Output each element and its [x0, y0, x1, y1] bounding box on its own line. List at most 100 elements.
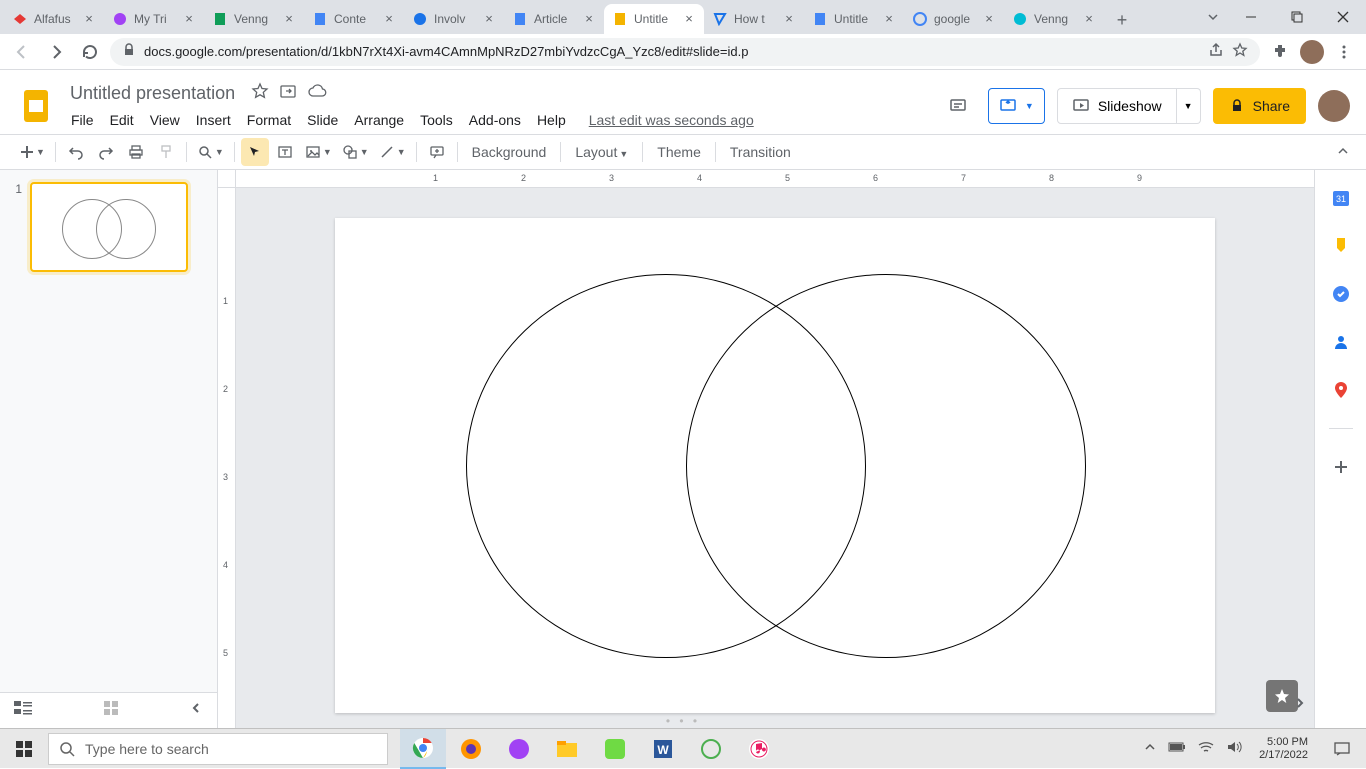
back-button[interactable] — [8, 38, 36, 66]
menu-slide[interactable]: Slide — [300, 108, 345, 132]
close-icon[interactable]: × — [1082, 12, 1096, 26]
paint-format-button[interactable] — [152, 138, 180, 166]
share-url-icon[interactable] — [1208, 42, 1224, 61]
browser-tab[interactable]: How t× — [704, 4, 804, 34]
maximize-button[interactable] — [1274, 2, 1320, 32]
print-button[interactable] — [122, 138, 150, 166]
minimize-button[interactable] — [1228, 2, 1274, 32]
start-button[interactable] — [0, 729, 48, 769]
slides-logo-icon[interactable] — [16, 86, 56, 126]
menu-arrange[interactable]: Arrange — [347, 108, 411, 132]
maps-icon[interactable] — [1331, 380, 1351, 400]
tray-clock[interactable]: 5:00 PM 2/17/2022 — [1251, 736, 1316, 762]
venn-circle-right[interactable] — [686, 274, 1086, 658]
word-taskbar-icon[interactable]: W — [640, 729, 686, 769]
slideshow-dropdown[interactable]: ▼ — [1177, 88, 1201, 124]
comments-button[interactable] — [940, 88, 976, 124]
calendar-icon[interactable]: 31 — [1331, 188, 1351, 208]
tray-expand-icon[interactable] — [1141, 741, 1159, 756]
new-tab-button[interactable]: + — [1108, 6, 1136, 34]
menu-help[interactable]: Help — [530, 108, 573, 132]
collapse-toolbar-button[interactable] — [1336, 144, 1350, 161]
theme-button[interactable]: Theme — [649, 144, 709, 160]
close-icon[interactable]: × — [882, 12, 896, 26]
present-to-meeting-button[interactable]: ▼ — [988, 88, 1045, 124]
profile-avatar-icon[interactable] — [1300, 40, 1324, 64]
itunes-taskbar-icon[interactable] — [736, 729, 782, 769]
menu-tools[interactable]: Tools — [413, 108, 460, 132]
canvas-scroll[interactable] — [236, 188, 1314, 728]
browser-tab[interactable]: Venng× — [204, 4, 304, 34]
close-icon[interactable]: × — [82, 12, 96, 26]
browser-tab[interactable]: google× — [904, 4, 1004, 34]
filmstrip[interactable]: 1 — [0, 170, 218, 728]
background-button[interactable]: Background — [464, 144, 555, 160]
bookmark-icon[interactable] — [1232, 42, 1248, 61]
close-icon[interactable]: × — [382, 12, 396, 26]
zoom-button[interactable]: ▼ — [193, 138, 228, 166]
taskbar-search[interactable]: Type here to search — [48, 733, 388, 765]
menu-insert[interactable]: Insert — [189, 108, 238, 132]
add-addon-icon[interactable] — [1331, 457, 1351, 477]
last-edit-link[interactable]: Last edit was seconds ago — [589, 112, 754, 128]
grid-view-icon[interactable] — [103, 700, 119, 721]
extensions-icon[interactable] — [1266, 38, 1294, 66]
menu-view[interactable]: View — [143, 108, 187, 132]
battery-icon[interactable] — [1165, 741, 1189, 756]
image-button[interactable]: ▼ — [301, 138, 336, 166]
star-icon[interactable] — [251, 82, 269, 105]
speaker-notes-handle[interactable]: • • • — [666, 714, 700, 728]
url-input[interactable]: docs.google.com/presentation/d/1kbN7rXt4… — [110, 38, 1260, 66]
collapse-filmstrip-icon[interactable] — [189, 701, 203, 720]
browser-tab[interactable]: Conte× — [304, 4, 404, 34]
browser-tab[interactable]: Venng× — [1004, 4, 1104, 34]
explorer-taskbar-icon[interactable] — [544, 729, 590, 769]
transition-button[interactable]: Transition — [722, 144, 799, 160]
browser-menu-icon[interactable] — [1330, 38, 1358, 66]
app-taskbar-icon[interactable] — [688, 729, 734, 769]
share-button[interactable]: Share — [1213, 88, 1306, 124]
select-tool-button[interactable] — [241, 138, 269, 166]
redo-button[interactable] — [92, 138, 120, 166]
layout-button[interactable]: Layout▼ — [567, 144, 636, 160]
close-icon[interactable]: × — [182, 12, 196, 26]
menu-edit[interactable]: Edit — [103, 108, 141, 132]
messenger-taskbar-icon[interactable] — [496, 729, 542, 769]
browser-tab-active[interactable]: Untitle× — [604, 4, 704, 34]
browser-tab[interactable]: Alfafus× — [4, 4, 104, 34]
close-window-button[interactable] — [1320, 2, 1366, 32]
browser-tab[interactable]: Article× — [504, 4, 604, 34]
move-icon[interactable] — [279, 82, 297, 105]
browser-tab[interactable]: Involv× — [404, 4, 504, 34]
browser-tab[interactable]: My Tri× — [104, 4, 204, 34]
close-icon[interactable]: × — [282, 12, 296, 26]
horizontal-ruler[interactable]: 1 2 3 4 5 6 7 8 9 — [236, 170, 1314, 188]
browser-tab[interactable]: Untitle× — [804, 4, 904, 34]
menu-addons[interactable]: Add-ons — [462, 108, 528, 132]
upwork-taskbar-icon[interactable] — [592, 729, 638, 769]
cloud-status-icon[interactable] — [307, 82, 327, 105]
tabs-dropdown-icon[interactable] — [1198, 10, 1228, 24]
menu-format[interactable]: Format — [240, 108, 298, 132]
side-panel-expand-icon[interactable] — [1292, 695, 1308, 716]
slide-canvas[interactable] — [335, 218, 1215, 713]
comment-button[interactable] — [423, 138, 451, 166]
new-slide-button[interactable]: ▼ — [16, 138, 49, 166]
textbox-button[interactable] — [271, 138, 299, 166]
notifications-icon[interactable] — [1322, 729, 1362, 769]
slideshow-button[interactable]: Slideshow — [1057, 88, 1177, 124]
close-icon[interactable]: × — [582, 12, 596, 26]
chrome-taskbar-icon[interactable] — [400, 729, 446, 769]
volume-icon[interactable] — [1223, 740, 1245, 757]
close-icon[interactable]: × — [782, 12, 796, 26]
slide-thumbnail[interactable] — [30, 182, 188, 272]
filmstrip-view-icon[interactable] — [14, 701, 32, 720]
close-icon[interactable]: × — [682, 12, 696, 26]
close-icon[interactable]: × — [982, 12, 996, 26]
shape-button[interactable]: ▼ — [338, 138, 373, 166]
firefox-taskbar-icon[interactable] — [448, 729, 494, 769]
menu-file[interactable]: File — [64, 108, 101, 132]
tasks-icon[interactable] — [1331, 284, 1351, 304]
vertical-ruler[interactable]: 1 2 3 4 5 — [218, 188, 236, 728]
reload-button[interactable] — [76, 38, 104, 66]
